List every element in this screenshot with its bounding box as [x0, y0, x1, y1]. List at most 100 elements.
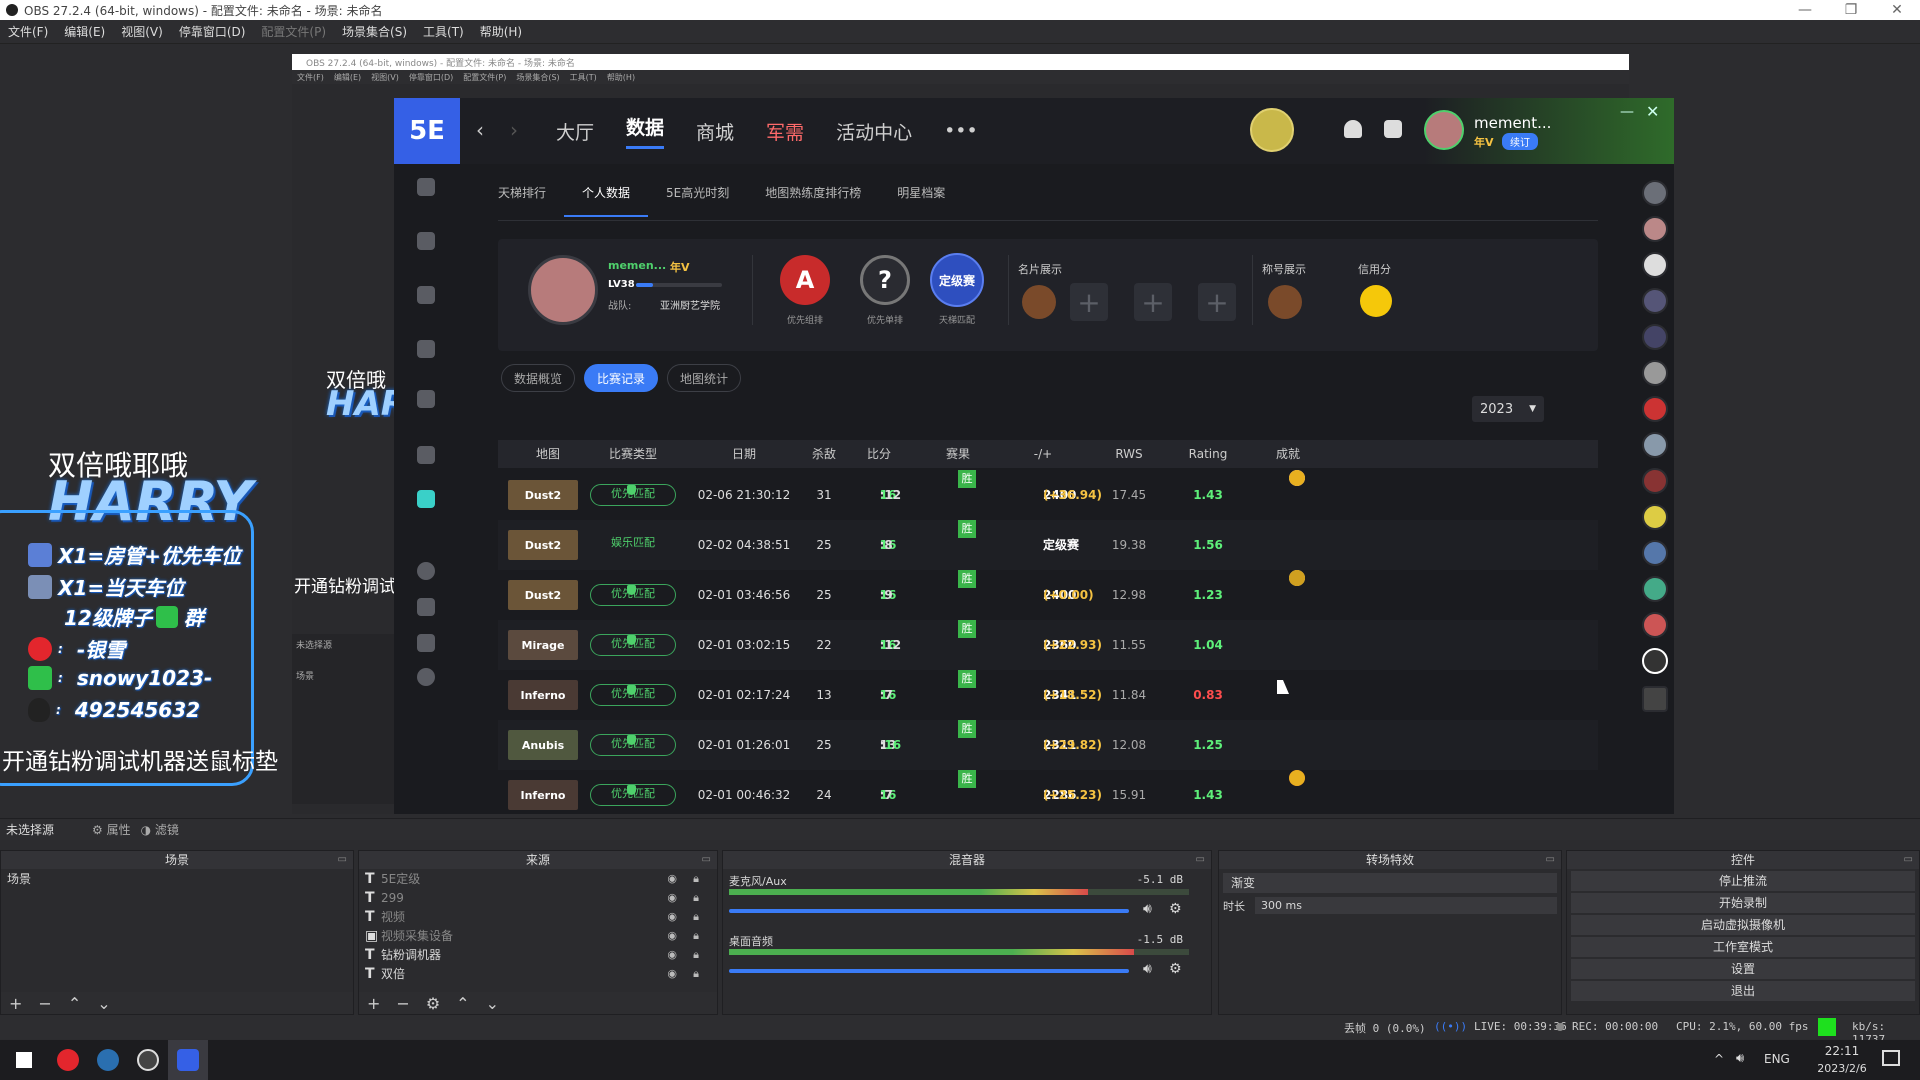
transition-select[interactable]: 渐变: [1223, 873, 1557, 893]
add-icon[interactable]: +: [9, 994, 22, 1013]
shield-icon[interactable]: [417, 178, 435, 196]
lock-icon[interactable]: 🔒︎: [693, 910, 699, 924]
year-select[interactable]: 2023 ▼: [1472, 396, 1544, 422]
maximize-button[interactable]: ❐: [1828, 0, 1874, 20]
rank-badge-a[interactable]: A: [780, 255, 830, 305]
down-icon[interactable]: ⌄: [97, 994, 110, 1013]
language-indicator[interactable]: ENG: [1764, 1052, 1790, 1066]
renew-badge[interactable]: 续订: [1502, 133, 1538, 150]
tab-match-records[interactable]: 比赛记录: [584, 364, 658, 392]
emblem-icon[interactable]: [1250, 108, 1294, 152]
tab-map-mastery[interactable]: 地图熟练度排行榜: [765, 184, 861, 217]
duration-input[interactable]: 300 ms: [1255, 897, 1557, 914]
filters-button[interactable]: ◑ 滤镜: [141, 821, 179, 838]
close-app-button[interactable]: ✕: [1646, 102, 1659, 121]
menu-profile[interactable]: 配置文件(P): [253, 23, 334, 40]
hourglass-icon[interactable]: [417, 634, 435, 652]
settings-button[interactable]: 设置: [1571, 959, 1915, 979]
tab-personal-data[interactable]: 个人数据: [564, 184, 649, 217]
nav-more[interactable]: •••: [944, 120, 978, 142]
table-row[interactable]: Dust2 优先匹配 02-06 21:30:12 31 16 : 12 胜 2400 (+3…: [498, 470, 1598, 520]
menu-view[interactable]: 视图(V): [113, 23, 171, 40]
notification-icon[interactable]: [1882, 1050, 1900, 1066]
tray-chevron-icon[interactable]: ^: [1714, 1052, 1724, 1066]
volume-slider[interactable]: [729, 969, 1129, 973]
tab-map-stats[interactable]: 地图统计: [667, 364, 741, 392]
clock-date[interactable]: 2023/2/6: [1804, 1062, 1880, 1075]
add-card-button[interactable]: +: [1198, 283, 1236, 321]
table-row[interactable]: Inferno 优先匹配 02-01 00:46:32 24 16 : 7 胜 2286 (+…: [498, 770, 1598, 814]
up-icon[interactable]: ⌃: [456, 994, 469, 1013]
headset-icon[interactable]: [1642, 648, 1668, 674]
table-row[interactable]: Dust2 娱乐匹配 02-02 04:38:51 25 16 : 8 胜定级赛 19.38…: [498, 520, 1598, 570]
nav-events[interactable]: 活动中心: [836, 118, 912, 145]
minimize-button[interactable]: —: [1782, 0, 1828, 20]
tab-star-profiles[interactable]: 明星档案: [897, 184, 945, 217]
add-icon[interactable]: +: [367, 994, 380, 1013]
profile-avatar[interactable]: [528, 255, 598, 325]
friend-avatar[interactable]: [1642, 324, 1668, 350]
source-item[interactable]: ▣ 视频采集设备 ◉ 🔒︎: [359, 926, 717, 945]
eye-icon[interactable]: ◉: [667, 929, 677, 942]
menu-docks[interactable]: 停靠窗口(D): [171, 23, 254, 40]
lock-icon[interactable]: 🔒︎: [693, 929, 699, 943]
lock-icon[interactable]: 🔒︎: [693, 872, 699, 886]
start-recording-button[interactable]: 开始录制: [1571, 893, 1915, 913]
volume-slider[interactable]: [729, 909, 1129, 913]
table-row[interactable]: Anubis 优先匹配 02-01 01:26:01 25 13 : 16 胜 2311 (+…: [498, 720, 1598, 770]
stats-icon[interactable]: [417, 490, 435, 508]
add-card-button[interactable]: +: [1134, 283, 1172, 321]
puzzle-icon[interactable]: [417, 340, 435, 358]
eye-icon[interactable]: ◉: [667, 948, 677, 961]
menu-edit[interactable]: 编辑(E): [56, 23, 113, 40]
source-item[interactable]: T 钻粉调机器 ◉ 🔒︎: [359, 945, 717, 964]
float-icon[interactable]: ▭: [338, 851, 347, 869]
friend-avatar[interactable]: [1642, 288, 1668, 314]
menu-help[interactable]: 帮助(H): [472, 23, 530, 40]
title-medal-icon[interactable]: [1268, 285, 1302, 319]
gear-icon[interactable]: [417, 232, 435, 250]
medal-icon[interactable]: [1022, 285, 1056, 319]
col-type[interactable]: 比赛类型: [590, 440, 676, 468]
float-icon[interactable]: ▭: [1546, 851, 1555, 869]
bell-icon[interactable]: [1344, 120, 1362, 138]
up-icon[interactable]: ⌃: [68, 994, 81, 1013]
speaker-icon[interactable]: 🔊︎: [1143, 901, 1152, 917]
friend-avatar[interactable]: [1642, 216, 1668, 242]
menu-file[interactable]: 文件(F): [0, 23, 56, 40]
table-row[interactable]: Dust2 优先匹配 02-01 03:46:56 25 16 : 9 胜 2400 (+0.…: [498, 570, 1598, 620]
remove-icon[interactable]: −: [396, 994, 409, 1013]
swords-icon[interactable]: [417, 286, 435, 304]
eye-icon[interactable]: ◉: [667, 872, 677, 885]
eye-icon[interactable]: ◉: [667, 910, 677, 923]
studio-mode-button[interactable]: 工作室模式: [1571, 937, 1915, 957]
friend-avatar[interactable]: [1642, 540, 1668, 566]
friend-avatar[interactable]: [1642, 504, 1668, 530]
source-item[interactable]: T 5E定级 ◉ 🔒︎: [359, 869, 717, 888]
float-icon[interactable]: ▭: [702, 851, 711, 869]
friend-avatar[interactable]: [1642, 360, 1668, 386]
friend-avatar[interactable]: [1642, 432, 1668, 458]
start-virtual-camera-button[interactable]: 启动虚拟摄像机: [1571, 915, 1915, 935]
obs-taskbar-icon[interactable]: [128, 1040, 168, 1080]
friend-avatar[interactable]: [1642, 576, 1668, 602]
nav-lobby[interactable]: 大厅: [556, 118, 594, 145]
friend-avatar[interactable]: [1642, 396, 1668, 422]
speaker-icon[interactable]: 🔊︎: [1143, 961, 1152, 977]
source-item[interactable]: T 视频 ◉ 🔒︎: [359, 907, 717, 926]
menu-tools[interactable]: 工具(T): [415, 23, 472, 40]
rocket-icon[interactable]: [417, 390, 435, 408]
props-button[interactable]: ⚙ 属性: [92, 821, 131, 838]
float-icon[interactable]: ▭: [1904, 851, 1913, 869]
gear-icon[interactable]: ⚙: [1169, 901, 1182, 917]
netease-music-icon[interactable]: [48, 1040, 88, 1080]
source-item[interactable]: T 299 ◉ 🔒︎: [359, 888, 717, 907]
remove-icon[interactable]: −: [38, 994, 51, 1013]
nav-armory[interactable]: 军需: [766, 118, 804, 145]
friend-avatar[interactable]: [1642, 180, 1668, 206]
windows-start-icon[interactable]: [0, 1040, 48, 1080]
lock-icon[interactable]: 🔒︎: [693, 967, 699, 981]
source-item[interactable]: T 双倍 ◉ 🔒︎: [359, 964, 717, 983]
back-arrow-icon[interactable]: ‹: [476, 118, 484, 142]
search-icon[interactable]: [417, 562, 435, 580]
